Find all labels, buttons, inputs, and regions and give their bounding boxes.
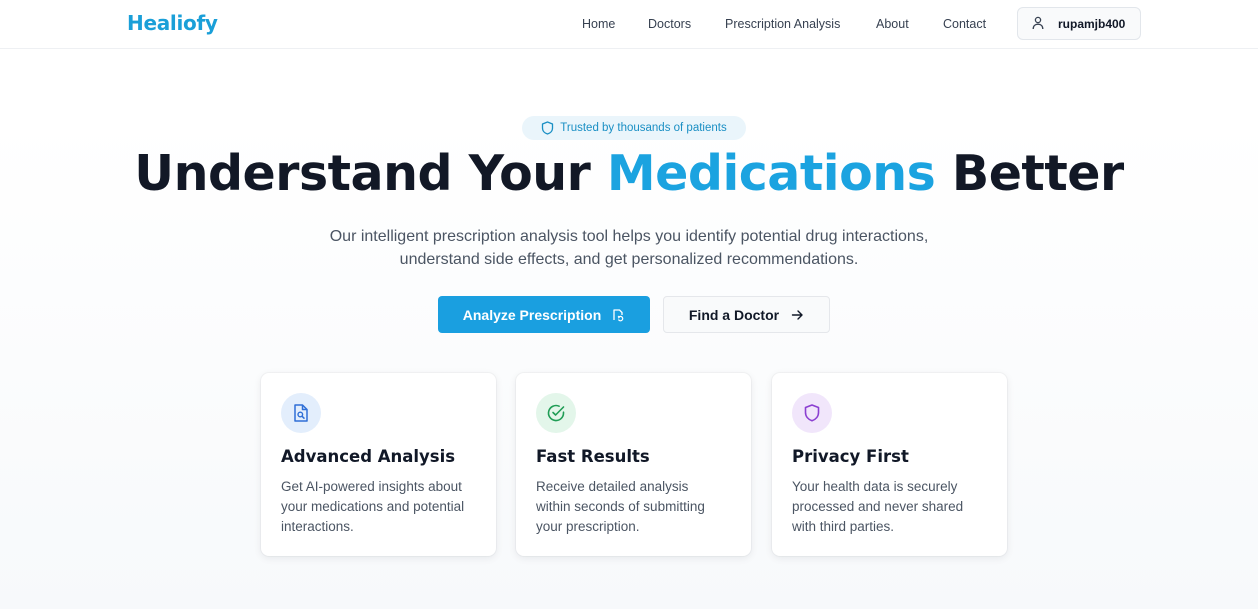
feature-description: Receive detailed analysis within seconds…	[536, 477, 736, 537]
trust-badge-text: Trusted by thousands of patients	[560, 122, 727, 134]
feature-description-line: Receive detailed analysis	[536, 479, 689, 494]
feature-description-line: Get AI-powered insights about	[281, 479, 462, 494]
nav-link-about[interactable]: About	[876, 17, 909, 31]
hero-subtitle-line1: Our intelligent prescription analysis to…	[329, 228, 929, 245]
feature-icon-circle	[536, 393, 576, 433]
hero-title: Understand Your Medications Better	[0, 145, 1258, 202]
feature-card-privacy-first: Privacy First Your health data is secure…	[772, 373, 1007, 556]
nav-link-doctors[interactable]: Doctors	[648, 17, 691, 31]
feature-icon-circle	[792, 393, 832, 433]
brand-logo[interactable]: Healiofy	[127, 11, 218, 35]
feature-description-line: processed and never shared	[792, 499, 964, 514]
hero-title-start: Understand Your	[134, 145, 607, 202]
feature-title: Advanced Analysis	[281, 447, 456, 466]
user-menu-button[interactable]: rupamjb400	[1017, 7, 1141, 40]
nav-link-prescription-analysis[interactable]: Prescription Analysis	[725, 17, 840, 31]
hero-title-end: Better	[935, 145, 1124, 202]
user-icon	[1032, 16, 1044, 30]
shield-icon	[542, 121, 554, 135]
find-doctor-label: Find a Doctor	[688, 306, 780, 323]
feature-description-line: Your health data is securely	[792, 479, 958, 494]
username-label: rupamjb400	[1058, 17, 1126, 31]
analyze-prescription-button[interactable]: Analyze Prescription	[438, 296, 650, 333]
feature-title: Fast Results	[536, 447, 650, 466]
feature-card-advanced-analysis: Advanced Analysis Get AI-powered insight…	[261, 373, 496, 556]
feature-card-fast-results: Fast Results Receive detailed analysis w…	[516, 373, 751, 556]
feature-description-line: with third parties.	[792, 519, 895, 534]
hero-subtitle: Our intelligent prescription analysis to…	[280, 225, 978, 271]
feature-description-line: your prescription.	[536, 519, 640, 534]
feature-description-line: within seconds of submitting	[536, 499, 705, 514]
feature-title: Privacy First	[792, 447, 909, 466]
feature-description-line: your medications and potential	[281, 499, 465, 514]
feature-description: Your health data is securely processed a…	[792, 477, 992, 537]
nav-link-contact[interactable]: Contact	[943, 17, 986, 31]
feature-description: Get AI-powered insights about your medic…	[281, 477, 481, 537]
nav-link-home[interactable]: Home	[582, 17, 615, 31]
shield-icon	[804, 404, 820, 422]
analyze-prescription-label: Analyze Prescription	[462, 306, 602, 323]
feature-icon-circle	[281, 393, 321, 433]
feature-description-line: interactions.	[281, 519, 354, 534]
check-circle-icon	[547, 404, 565, 422]
document-search-icon	[294, 404, 308, 422]
find-doctor-button[interactable]: Find a Doctor	[663, 296, 830, 333]
arrow-right-icon	[791, 309, 803, 320]
hero-subtitle-line2: understand side effects, and get persona…	[399, 251, 859, 268]
trust-badge: Trusted by thousands of patients	[522, 116, 746, 140]
navbar: Healiofy Home Doctors Prescription Analy…	[0, 0, 1258, 49]
document-refresh-icon	[613, 308, 624, 321]
hero-title-accent: Medications	[606, 145, 936, 202]
